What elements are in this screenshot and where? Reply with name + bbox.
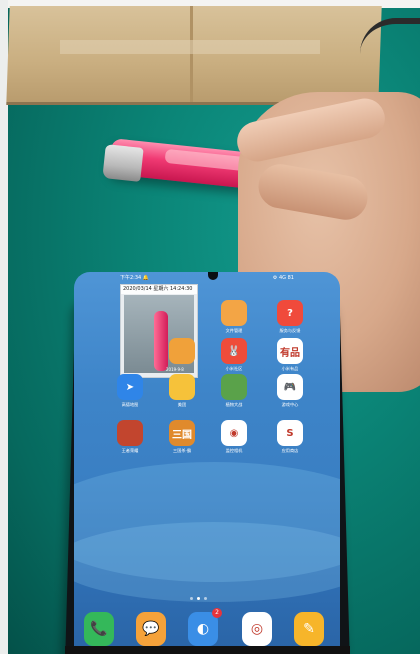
- dock-messages-icon[interactable]: 💬: [136, 612, 166, 646]
- app-5-label: 小米有品: [281, 366, 299, 371]
- app-10-icon: [117, 420, 143, 446]
- cardboard-box-tape: [60, 40, 320, 54]
- cardboard-box-seam: [190, 6, 193, 102]
- app-7-icon: [169, 374, 195, 400]
- page-indicator: [190, 597, 207, 600]
- app-6-icon: ➤: [117, 374, 143, 400]
- dock-phone-icon[interactable]: 📞: [84, 612, 114, 646]
- app-10[interactable]: 王者荣耀: [110, 420, 150, 464]
- app-2-icon: ?: [277, 300, 303, 326]
- dock-browser-icon[interactable]: ◐ 2: [188, 608, 222, 646]
- app-7[interactable]: 美团: [162, 374, 202, 418]
- app-grid: 文件管理? 服务与反馈 🐰 小米社区 有品小米有品 ➤ 高德地图 美团 植物大战 🎮 游戏中心王者荣…: [74, 272, 340, 654]
- app-9[interactable]: 🎮 游戏中心: [270, 374, 310, 418]
- app-1-icon: [221, 300, 247, 326]
- photo-scene: 下午2:34 🔔 ⚙ 4G 81 2020/03/14 星期六 14:24:30…: [0, 0, 420, 654]
- app-11-label: 三国杀·霸: [172, 448, 192, 453]
- app-12[interactable]: ◉ 监控相机: [214, 420, 254, 464]
- dock-notes-icon[interactable]: ✎: [294, 612, 324, 646]
- phone-bottom-bezel: [65, 646, 350, 654]
- app-7-label: 美团: [177, 402, 187, 407]
- app-8-icon: [221, 374, 247, 400]
- dock-camera-icon[interactable]: ◎: [242, 612, 272, 646]
- app-13[interactable]: S 应用商店: [270, 420, 310, 464]
- app-6-label: 高德地图: [121, 402, 139, 407]
- app-4-icon: 🐰: [221, 338, 247, 364]
- app-6[interactable]: ➤ 高德地图: [110, 374, 150, 418]
- app-8-label: 植物大战: [225, 402, 243, 407]
- app-2-label: 服务与反馈: [279, 328, 301, 333]
- page-dot-active: [197, 597, 200, 600]
- app-5-icon: 有品: [277, 338, 303, 364]
- page-dot: [204, 597, 207, 600]
- page-dot: [190, 597, 193, 600]
- app-3-icon: [169, 338, 195, 364]
- app-12-label: 监控相机: [225, 448, 243, 453]
- app-4-label: 小米社区: [225, 366, 243, 371]
- app-13-icon: S: [277, 420, 303, 446]
- app-9-icon: 🎮: [277, 374, 303, 400]
- app-1-label: 文件管理: [225, 328, 243, 333]
- app-11[interactable]: 三国三国杀·霸: [162, 420, 202, 464]
- notification-badge: 2: [212, 608, 222, 618]
- lighter-metal-head: [102, 144, 144, 182]
- phone-screen: 下午2:34 🔔 ⚙ 4G 81 2020/03/14 星期六 14:24:30…: [74, 272, 340, 654]
- app-11-icon: 三国: [169, 420, 195, 446]
- cardboard-box: [6, 6, 382, 105]
- app-10-label: 王者荣耀: [121, 448, 139, 453]
- app-12-icon: ◉: [221, 420, 247, 446]
- app-8[interactable]: 植物大战: [214, 374, 254, 418]
- app-9-label: 游戏中心: [281, 402, 299, 407]
- app-13-label: 应用商店: [281, 448, 299, 453]
